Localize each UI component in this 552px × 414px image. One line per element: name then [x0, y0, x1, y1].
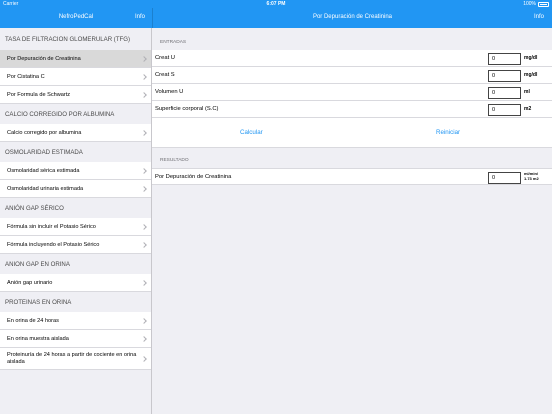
battery-percent: 100% — [523, 1, 536, 7]
chevron-right-icon — [141, 129, 147, 136]
list-item-osmolaridad-serica[interactable]: Osmolaridad sérica estimada — [0, 162, 151, 180]
result-unit: ml/min/1.73 m2 — [524, 171, 539, 182]
field-unit: m2 — [524, 106, 532, 112]
list-item-proteinuria-cociente[interactable]: Proteinuría de 24 horas a partir de coci… — [0, 348, 151, 370]
volumen-u-input[interactable] — [488, 86, 521, 99]
list-item-osmolaridad-urinaria[interactable]: Osmolaridad urinaria estimada — [0, 180, 151, 198]
list-item-label: Osmolaridad urinaria estimada — [7, 185, 84, 192]
list-item-label: Fórmula incluyendo el Potasio Sérico — [7, 241, 100, 248]
result-unit-line2: 1.73 m2 — [524, 175, 539, 181]
field-label: Creat S — [155, 72, 175, 78]
section-header-anion-gap-orina: ANION GAP EN ORINA — [5, 260, 70, 268]
superficie-corporal-input[interactable] — [488, 103, 521, 116]
list-item-calcio-corregido[interactable]: Calcio corregido por albumina — [0, 124, 151, 142]
list-item-orina-aislada[interactable]: En orina muestra aislada — [0, 330, 151, 348]
reiniciar-button[interactable]: Reiniciar — [436, 129, 460, 136]
field-row-superficie-corporal: Superficie corporal (S.C) m2 — [152, 101, 552, 118]
field-row-creat-s: Creat S mg/dl — [152, 67, 552, 84]
battery-icon — [538, 1, 549, 7]
field-row-volumen-u: Volumen U ml — [152, 84, 552, 101]
master-list: TASA DE FILTRACION GLOMERULAR (TFG) Por … — [0, 28, 152, 414]
list-item-con-potasio[interactable]: Fórmula incluyendo el Potasio Sérico — [0, 236, 151, 254]
chevron-right-icon — [141, 91, 147, 98]
detail-info-button[interactable]: Info — [534, 14, 544, 20]
detail-pane: ENTRADAS Creat U mg/dl Creat S mg/dl Vol… — [152, 28, 552, 414]
resultado-label: RESULTADO — [160, 158, 189, 163]
action-buttons: Calcular Reiniciar — [152, 118, 552, 148]
chevron-right-icon — [141, 317, 147, 324]
list-item-label: Fórmula sin incluir el Potasio Sérico — [7, 223, 96, 230]
field-unit: mg/dl — [524, 72, 538, 78]
calcular-button[interactable]: Calcular — [240, 129, 263, 136]
chevron-right-icon — [141, 355, 147, 362]
list-item-label: En orina de 24 horas — [7, 317, 59, 324]
status-time: 6:07 PM — [266, 1, 286, 7]
list-item-label: Por Depuración de Creatinina — [7, 55, 81, 62]
chevron-right-icon — [141, 241, 147, 248]
chevron-right-icon — [141, 73, 147, 80]
chevron-right-icon — [141, 185, 147, 192]
field-label: Superficie corporal (S.C) — [155, 106, 219, 112]
list-item-label: Proteinuría de 24 horas a partir de coci… — [7, 351, 137, 365]
section-header-osmolaridad: OSMOLARIDAD ESTIMADA — [5, 148, 83, 156]
list-item-orina-24h[interactable]: En orina de 24 horas — [0, 312, 151, 330]
detail-nav-bar: Por Depuración de Creatinina Info — [152, 8, 552, 28]
entradas-label: ENTRADAS — [160, 40, 187, 45]
master-info-button[interactable]: Info — [135, 14, 145, 20]
field-label: Volumen U — [155, 89, 184, 95]
field-row-creat-u: Creat U mg/dl — [152, 50, 552, 67]
creat-s-input[interactable] — [488, 69, 521, 82]
field-label: Creat U — [155, 55, 175, 61]
master-nav-bar: NefroPedCal Info — [0, 8, 152, 28]
section-header-tfg: TASA DE FILTRACION GLOMERULAR (TFG) — [5, 35, 131, 43]
list-item-sin-potasio[interactable]: Fórmula sin incluir el Potasio Sérico — [0, 218, 151, 236]
chevron-right-icon — [141, 55, 147, 62]
list-item-schwartz[interactable]: Por Formula de Schwartz — [0, 86, 151, 104]
field-unit: mg/dl — [524, 55, 538, 61]
field-unit: ml — [524, 89, 530, 95]
app-title: NefroPedCal — [58, 14, 94, 20]
result-output[interactable] — [488, 171, 521, 184]
section-header-proteinas: PROTEINAS EN ORINA — [5, 298, 72, 306]
result-row: Por Depuración de Creatinina ml/min/1.73… — [152, 168, 552, 185]
result-label: Por Depuración de Creatinina — [155, 174, 232, 180]
list-item-label: Osmolaridad sérica estimada — [7, 167, 80, 174]
chevron-right-icon — [141, 223, 147, 230]
creat-u-input[interactable] — [488, 52, 521, 65]
list-item-label: Anión gap urinario — [7, 279, 53, 286]
section-header-anion-gap-serico: ANIÓN GAP SÉRICO — [5, 204, 64, 212]
chevron-right-icon — [141, 167, 147, 174]
detail-title: Por Depuración de Creatinina — [312, 14, 393, 20]
list-item-label: Por Cistatina C — [7, 73, 45, 80]
list-item-depuracion-creatinina[interactable]: Por Depuración de Creatinina — [0, 50, 151, 68]
list-item-label: Por Formula de Schwartz — [7, 91, 71, 98]
list-item-label: En orina muestra aislada — [7, 335, 69, 342]
status-bar: Carrier 6:07 PM 100% — [0, 0, 552, 8]
status-right: 100% — [523, 1, 549, 7]
list-item-anion-gap-urinario[interactable]: Anión gap urinario — [0, 274, 151, 292]
section-header-calcio: CALCIO CORREGIDO POR ALBUMINA — [5, 110, 115, 118]
list-item-cistatina-c[interactable]: Por Cistatina C — [0, 68, 151, 86]
list-item-label: Calcio corregido por albumina — [7, 129, 82, 136]
chevron-right-icon — [141, 279, 147, 286]
chevron-right-icon — [141, 335, 147, 342]
